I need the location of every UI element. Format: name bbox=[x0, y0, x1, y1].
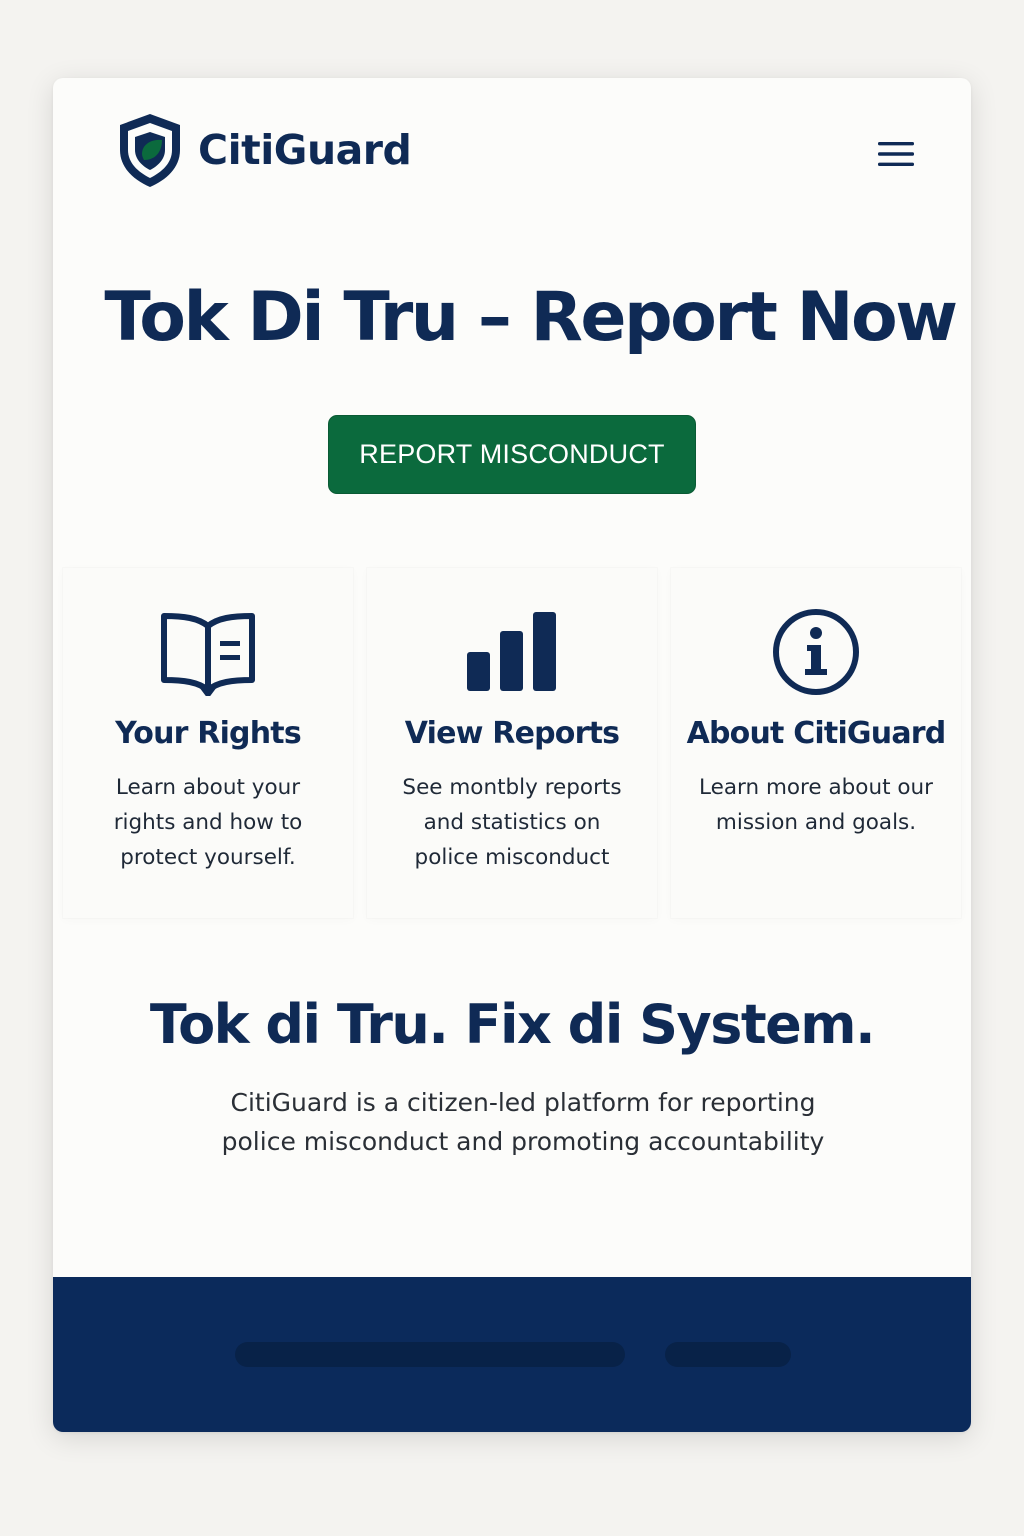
feature-title: Your Rights bbox=[115, 716, 302, 751]
bar-chart-icon bbox=[462, 606, 562, 698]
feature-card-about[interactable]: About CitiGuard Learn more about our mis… bbox=[671, 568, 961, 918]
info-icon bbox=[766, 606, 866, 698]
tagline-heading: Tok di Tru. Fix di System. bbox=[149, 993, 876, 1056]
feature-card-your-rights[interactable]: Your Rights Learn about your rights and … bbox=[63, 568, 353, 918]
feature-cards: Your Rights Learn about your rights and … bbox=[63, 568, 961, 918]
shield-icon bbox=[120, 114, 180, 187]
open-book-icon bbox=[158, 606, 258, 698]
footer-placeholder-bar bbox=[235, 1342, 625, 1367]
feature-description: Learn more about our mission and goals. bbox=[699, 775, 933, 835]
page-card: CitiGuard Tok Di Tru – Report Now REPORT… bbox=[53, 78, 971, 1432]
hamburger-menu-icon bbox=[878, 142, 914, 166]
hero-title: Tok Di Tru – Report Now bbox=[104, 278, 958, 357]
feature-description: See montbly reports and statistics on po… bbox=[402, 775, 622, 870]
brand-name: CitiGuard bbox=[198, 126, 412, 174]
footer-placeholder-bar bbox=[665, 1342, 791, 1367]
report-misconduct-button[interactable]: REPORT MISCONDUCT bbox=[328, 415, 696, 494]
site-header: CitiGuard bbox=[53, 78, 971, 228]
menu-button[interactable] bbox=[869, 134, 923, 174]
logo[interactable]: CitiGuard bbox=[116, 110, 412, 190]
feature-card-view-reports[interactable]: View Reports See montbly reports and sta… bbox=[367, 568, 657, 918]
feature-title: View Reports bbox=[404, 716, 620, 751]
about-description: CitiGuard is a citizen-led platform for … bbox=[221, 1088, 825, 1156]
footer bbox=[53, 1277, 971, 1432]
feature-description: Learn about your rights and how to prote… bbox=[113, 775, 303, 870]
feature-title: About CitiGuard bbox=[686, 716, 947, 751]
